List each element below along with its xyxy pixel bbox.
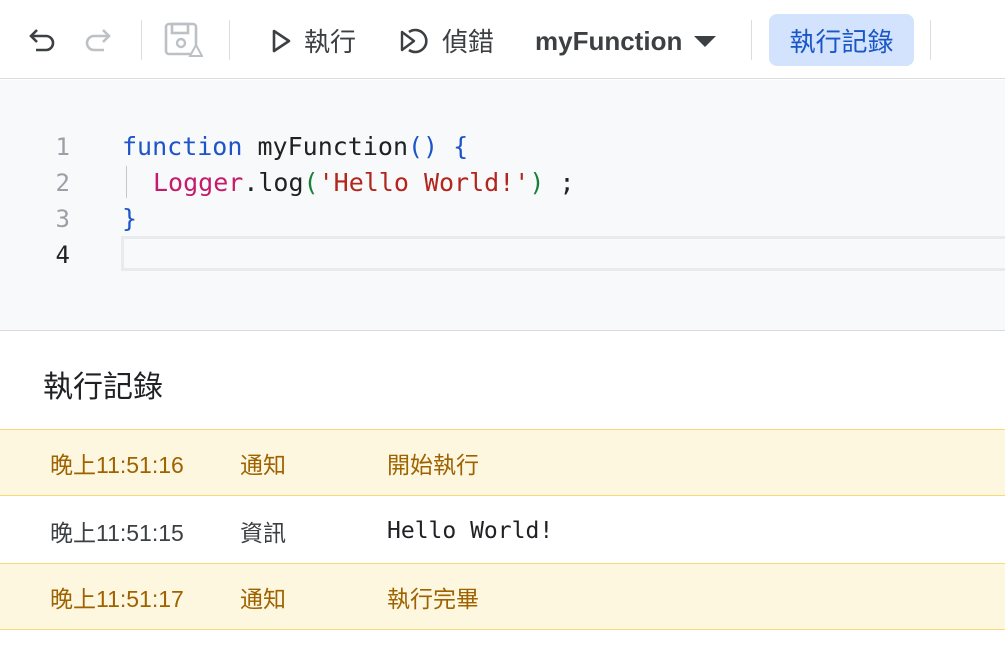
log-level: 通知 (240, 585, 286, 612)
execution-log-title: 執行記錄 (43, 371, 163, 404)
current-line-highlight[interactable] (121, 236, 1005, 271)
debug-button[interactable]: 偵錯 (400, 22, 494, 59)
run-button[interactable]: 執行 (270, 22, 356, 59)
execution-log-toggle-label: 執行記錄 (789, 26, 894, 57)
execution-log-toggle[interactable]: 執行記錄 (769, 14, 914, 66)
indent-guide (126, 166, 127, 198)
log-time: 晚上11:51:16 (50, 451, 184, 478)
toolbar: 執行 偵錯 myFunction 執行記錄 (0, 0, 1005, 79)
code-token-paren-open: ( (303, 168, 319, 197)
log-message: Hello World! (387, 517, 554, 544)
log-level: 資訊 (240, 519, 286, 546)
log-level: 通知 (240, 451, 286, 478)
save-to-drive-icon[interactable] (163, 21, 203, 59)
toolbar-divider (751, 20, 752, 60)
log-row: 晚上11:51:17 通知 執行完畢 (0, 563, 1005, 630)
code-token-paren-close: ) (529, 168, 545, 197)
toolbar-divider (229, 20, 230, 60)
dropdown-arrow-icon (694, 35, 717, 48)
code-token-brace-close: } (122, 204, 138, 233)
redo-icon[interactable] (82, 24, 114, 56)
line-number: 2 (55, 169, 70, 197)
code-token-function-name: myFunction (257, 132, 408, 161)
log-time: 晚上11:51:17 (50, 585, 184, 612)
log-time: 晚上11:51:15 (50, 519, 184, 546)
log-message: 執行完畢 (387, 585, 479, 612)
undo-icon[interactable] (26, 24, 58, 56)
execution-log-panel: 執行記錄 晚上11:51:16 通知 開始執行 晚上11:51:15 資訊 He… (0, 332, 1005, 652)
code-editor[interactable]: 1 2 3 4 function myFunction() { Logger.l… (0, 80, 1005, 331)
code-token-brace-open: { (453, 132, 469, 161)
run-label: 執行 (304, 27, 357, 57)
line-number: 3 (55, 205, 70, 233)
code-line: function myFunction() { (122, 132, 468, 161)
line-number: 1 (55, 133, 70, 161)
debug-label: 偵錯 (442, 27, 495, 57)
line-number-current: 4 (55, 241, 70, 269)
log-message: 開始執行 (387, 451, 479, 478)
code-token-method: .log (243, 168, 304, 197)
debug-icon (400, 26, 432, 56)
code-token-keyword: function (122, 132, 243, 161)
code-token-class: Logger (153, 168, 244, 197)
function-select-value: myFunction (535, 26, 683, 56)
toolbar-divider (141, 20, 142, 60)
toolbar-divider (930, 20, 931, 60)
code-token-semicolon: ; (559, 168, 575, 197)
log-row: 晚上11:51:16 通知 開始執行 (0, 429, 1005, 496)
code-token-string: 'Hello World!' (318, 168, 530, 197)
apps-script-editor: 執行 偵錯 myFunction 執行記錄 1 2 3 4 function m… (0, 0, 1005, 652)
code-line: Logger.log('Hello World!') ; (153, 168, 575, 197)
log-row: 晚上11:51:15 資訊 Hello World! (0, 497, 1005, 564)
function-select[interactable]: myFunction (535, 26, 717, 57)
code-token-parens: () (408, 132, 439, 161)
code-line: } (122, 204, 137, 233)
play-icon (270, 28, 292, 54)
